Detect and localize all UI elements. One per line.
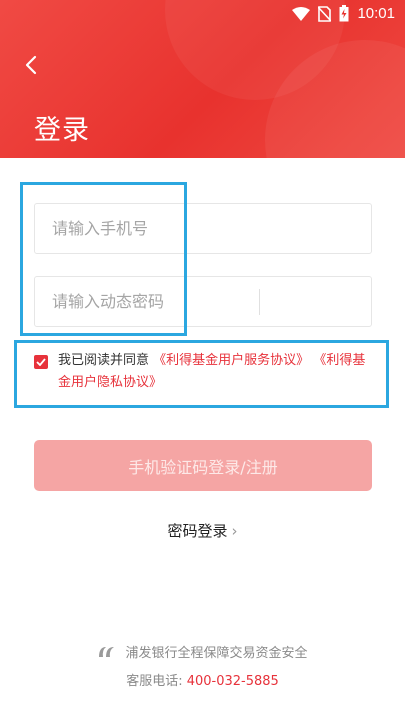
- back-button[interactable]: [18, 50, 44, 80]
- battery-icon: [339, 5, 349, 22]
- page-title: 登录: [34, 115, 90, 146]
- status-bar: 10:01: [0, 0, 405, 30]
- service-agreement-link[interactable]: 《利得基金用户服务协议》: [153, 353, 309, 368]
- security-notice: 浦发银行全程保障交易资金安全: [0, 642, 405, 661]
- back-arrow-icon: [25, 55, 37, 75]
- input-divider: [259, 289, 260, 315]
- no-sim-icon: [318, 5, 332, 22]
- agreement-text: 我已阅读并同意 《利得基金用户服务协议》 《利得基金用户隐私协议》: [58, 350, 374, 394]
- highlight-box-inputs: [20, 182, 187, 336]
- check-icon: [36, 358, 46, 366]
- status-icons: 10:01: [292, 5, 395, 22]
- service-contact: 客服电话: 400-032-5885: [0, 670, 405, 689]
- header: 10:01 登录: [0, 0, 405, 158]
- agree-checkbox[interactable]: [34, 355, 48, 369]
- status-time: 10:01: [357, 5, 395, 22]
- chevron-right-icon: ›: [231, 522, 238, 540]
- security-text: 浦发银行全程保障交易资金安全: [125, 646, 308, 661]
- service-label: 客服电话:: [126, 674, 183, 689]
- sms-login-button[interactable]: 手机验证码登录/注册: [34, 440, 372, 491]
- service-phone-link[interactable]: 400-032-5885: [187, 674, 279, 689]
- password-login-link[interactable]: 密码登录 ›: [0, 520, 405, 541]
- password-login-label: 密码登录: [167, 522, 228, 540]
- wifi-icon: [292, 6, 311, 21]
- bank-logo-icon: [99, 646, 115, 657]
- agreement-prefix: 我已阅读并同意: [58, 353, 150, 368]
